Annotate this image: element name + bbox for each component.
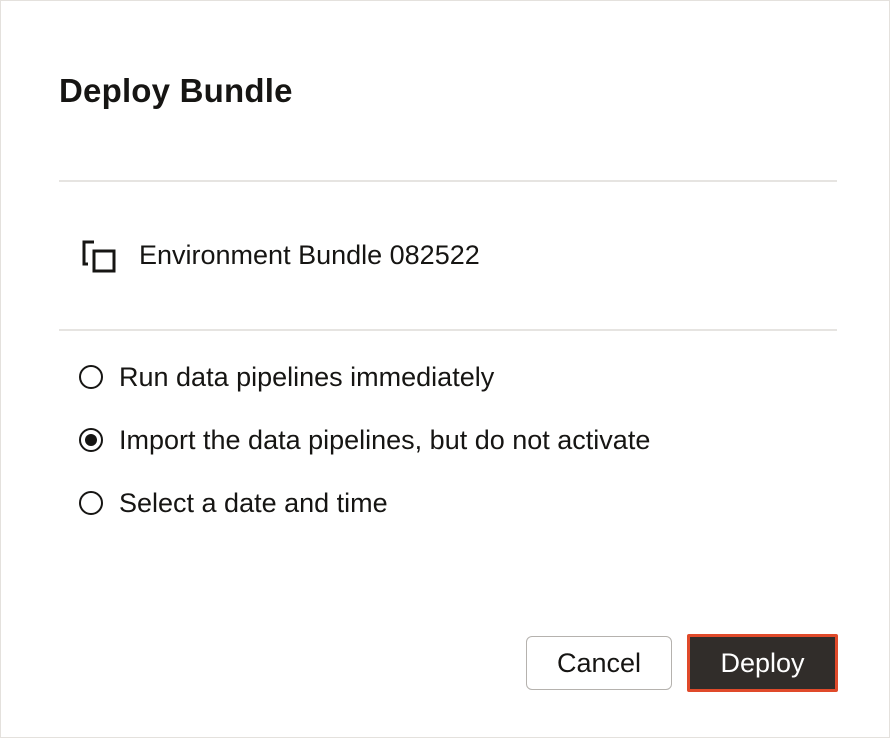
header-divider <box>59 180 837 182</box>
option-select-date-time[interactable]: Select a date and time <box>79 483 650 523</box>
option-run-immediately[interactable]: Run data pipelines immediately <box>79 357 650 397</box>
dialog-title: Deploy Bundle <box>59 72 293 109</box>
deploy-options-radio-group: Run data pipelines immediately Import th… <box>79 357 650 546</box>
option-label: Run data pipelines immediately <box>119 362 495 392</box>
option-label: Select a date and time <box>119 488 388 518</box>
copy-icon <box>81 237 117 273</box>
section-divider <box>59 329 837 331</box>
option-import-no-activate[interactable]: Import the data pipelines, but do not ac… <box>79 420 650 460</box>
radio-import-no-activate[interactable] <box>79 428 103 452</box>
radio-select-date-time[interactable] <box>79 491 103 515</box>
cancel-button[interactable]: Cancel <box>526 636 672 690</box>
option-label: Import the data pipelines, but do not ac… <box>119 425 651 455</box>
bundle-info: Environment Bundle 082522 <box>81 235 480 275</box>
deploy-bundle-dialog: Deploy Bundle Environment Bundle 082522 … <box>0 0 890 738</box>
deploy-button[interactable]: Deploy <box>687 634 838 692</box>
bundle-name: Environment Bundle 082522 <box>139 240 480 270</box>
radio-run-immediately[interactable] <box>79 365 103 389</box>
